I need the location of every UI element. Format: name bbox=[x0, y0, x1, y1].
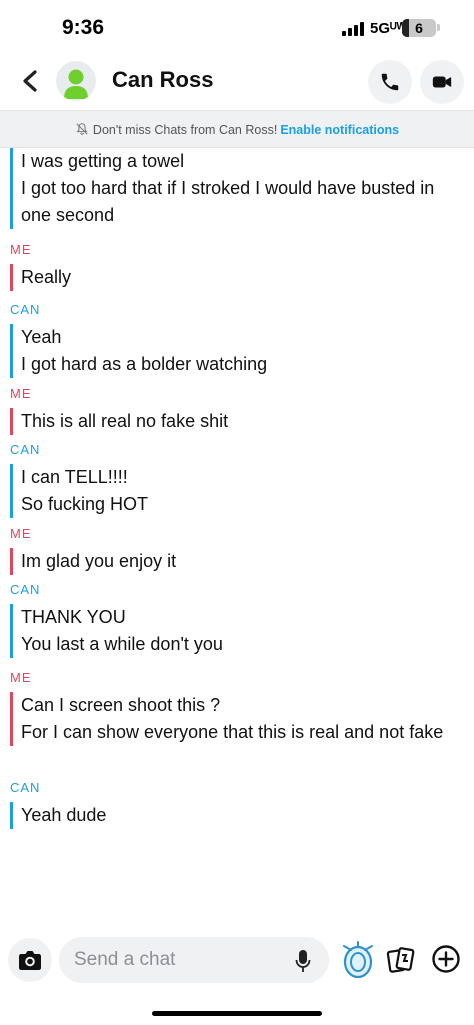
sender-label: CAN bbox=[10, 780, 41, 795]
battery-level-text: 6 bbox=[415, 20, 423, 36]
message-block[interactable]: Can I screen shoot this ? For I can show … bbox=[10, 692, 464, 746]
message-group: CAN THANK YOU You last a while don't you bbox=[10, 580, 464, 658]
network-type: 5Gᵁᵂ bbox=[370, 20, 407, 37]
sender-label: CAN bbox=[10, 442, 41, 457]
message-text: You last a while don't you bbox=[21, 634, 223, 654]
message-text: Yeah bbox=[21, 327, 62, 347]
message-text: Really bbox=[21, 267, 72, 287]
back-button[interactable] bbox=[14, 64, 48, 98]
message-text: I got too hard that if I stroked I would… bbox=[21, 178, 435, 225]
message-group: CAN Yeah dude bbox=[10, 778, 464, 829]
camera-button[interactable] bbox=[8, 938, 52, 982]
message-block[interactable]: I was getting a towel I got too hard that… bbox=[10, 148, 464, 229]
message-group: ME Im glad you enjoy it bbox=[10, 524, 464, 575]
voice-call-button[interactable] bbox=[368, 60, 412, 104]
message-text: I can TELL!!!! bbox=[21, 467, 128, 487]
microphone-icon[interactable] bbox=[295, 949, 311, 973]
signal-icon bbox=[342, 22, 364, 36]
bitmoji-avatar-icon bbox=[64, 69, 88, 99]
plus-icon[interactable] bbox=[431, 944, 461, 974]
message-group: CAN Yeah I got hard as a bolder watching bbox=[10, 300, 464, 378]
message-block[interactable]: THANK YOU You last a while don't you bbox=[10, 604, 464, 658]
enable-notifications-link[interactable]: Enable notifications bbox=[280, 123, 399, 137]
contact-name[interactable]: Can Ross bbox=[112, 67, 213, 93]
video-call-button[interactable] bbox=[420, 60, 464, 104]
message-text: I was getting a towel bbox=[21, 151, 185, 171]
message-text: For I can show everyone that this is rea… bbox=[21, 722, 444, 742]
sender-label: CAN bbox=[10, 582, 41, 597]
sender-label: ME bbox=[10, 386, 32, 401]
chevron-left-icon bbox=[23, 70, 37, 92]
message-text: This is all real no fake shit bbox=[21, 411, 229, 431]
chat-header: Can Ross bbox=[0, 56, 474, 106]
chat-thread[interactable]: I was getting a towel I got too hard that… bbox=[0, 148, 474, 928]
message-text: Im glad you enjoy it bbox=[21, 551, 177, 571]
message-text: Can I screen shoot this ? bbox=[21, 695, 221, 715]
message-group: I was getting a towel I got too hard that… bbox=[10, 148, 464, 229]
sender-label: ME bbox=[10, 526, 32, 541]
notification-text: Don't miss Chats from Can Ross! bbox=[92, 123, 278, 137]
sender-label: ME bbox=[10, 670, 32, 685]
memories-cards-icon[interactable] bbox=[386, 945, 416, 975]
message-text: Yeah dude bbox=[21, 805, 107, 825]
home-indicator bbox=[152, 1011, 322, 1016]
status-time: 9:36 bbox=[62, 16, 105, 39]
message-block[interactable]: Yeah dude bbox=[10, 802, 464, 829]
sender-label: ME bbox=[10, 242, 32, 257]
message-group: ME Really bbox=[10, 240, 464, 291]
status-bar: 9:36 5Gᵁᵂ 6 bbox=[0, 0, 474, 56]
message-block[interactable]: This is all real no fake shit bbox=[10, 408, 464, 435]
message-block[interactable]: I can TELL!!!! So fucking HOT bbox=[10, 464, 464, 518]
camera-icon bbox=[19, 951, 41, 970]
message-text: So fucking HOT bbox=[21, 494, 149, 514]
message-group: CAN I can TELL!!!! So fucking HOT bbox=[10, 440, 464, 518]
message-block[interactable]: Im glad you enjoy it bbox=[10, 548, 464, 575]
message-group: ME Can I screen shoot this ? For I can sho… bbox=[10, 668, 464, 746]
message-text: THANK YOU bbox=[21, 607, 126, 627]
notification-banner: Don't miss Chats from Can Ross! Enable no… bbox=[0, 110, 474, 148]
message-block[interactable]: Yeah I got hard as a bolder watching bbox=[10, 324, 464, 378]
battery-icon: 6 bbox=[402, 19, 436, 37]
phone-icon bbox=[381, 73, 399, 91]
message-block[interactable]: Really bbox=[10, 264, 464, 291]
avatar[interactable] bbox=[56, 61, 96, 101]
message-group: ME This is all real no fake shit bbox=[10, 384, 464, 435]
bell-off-icon bbox=[76, 123, 88, 135]
chat-composer bbox=[0, 932, 474, 992]
video-camera-icon bbox=[432, 76, 452, 88]
chat-input[interactable] bbox=[59, 937, 329, 983]
bitmoji-icon[interactable] bbox=[339, 940, 377, 980]
sender-label: CAN bbox=[10, 302, 41, 317]
message-text: I got hard as a bolder watching bbox=[21, 354, 268, 374]
